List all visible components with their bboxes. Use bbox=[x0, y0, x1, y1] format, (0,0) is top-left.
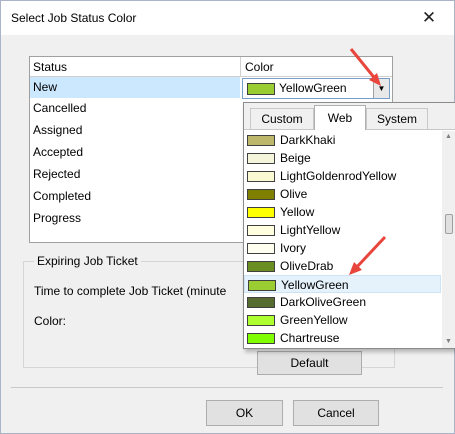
status-row-assigned[interactable]: Assigned bbox=[30, 120, 240, 141]
color-swatch bbox=[247, 297, 275, 308]
status-row-new[interactable]: New bbox=[30, 77, 240, 98]
annotation-arrow-icon bbox=[349, 235, 387, 275]
status-row-rejected[interactable]: Rejected bbox=[30, 164, 240, 185]
tab-web[interactable]: Web bbox=[314, 105, 366, 130]
dialog-title: Select Job Status Color bbox=[11, 11, 137, 25]
color-name: Ivory bbox=[280, 241, 307, 255]
title-bar: Select Job Status Color ✕ bbox=[1, 1, 454, 35]
annotation-arrow-icon bbox=[349, 48, 381, 86]
separator bbox=[11, 387, 443, 388]
color-name: GreenYellow bbox=[280, 313, 348, 327]
tab-system[interactable]: System bbox=[366, 108, 428, 129]
time-to-complete-label: Time to complete Job Ticket (minute bbox=[34, 284, 227, 298]
color-swatch bbox=[247, 315, 275, 326]
cancel-button[interactable]: Cancel bbox=[293, 400, 379, 426]
color-swatch bbox=[247, 83, 275, 95]
dialog-window: Select Job Status Color ✕ Status Color N… bbox=[0, 0, 455, 434]
color-swatch bbox=[247, 225, 275, 236]
row-label: Cancelled bbox=[33, 101, 87, 115]
color-name: Beige bbox=[280, 151, 311, 165]
grid-header: Status Color bbox=[30, 57, 392, 77]
color-name: Chartreuse bbox=[280, 331, 340, 345]
close-button[interactable]: ✕ bbox=[412, 4, 446, 32]
row-label: Rejected bbox=[33, 167, 81, 181]
color-swatch bbox=[247, 189, 275, 200]
color-tabs: Custom Web System bbox=[244, 103, 455, 130]
row-label: New bbox=[33, 80, 58, 94]
color-item-lightgoldenrodyellow[interactable]: LightGoldenrodYellow bbox=[244, 167, 441, 185]
status-row-cancelled[interactable]: Cancelled bbox=[30, 98, 240, 119]
color-swatch bbox=[247, 261, 275, 272]
color-swatch bbox=[248, 280, 276, 291]
color-item-yellow[interactable]: Yellow bbox=[244, 203, 441, 221]
color-swatch bbox=[247, 153, 275, 164]
row-label: Progress bbox=[33, 211, 82, 225]
color-name: DarkKhaki bbox=[280, 133, 336, 147]
expiring-color-label: Color: bbox=[34, 314, 67, 328]
color-swatch bbox=[247, 135, 275, 146]
scrollbar[interactable]: ▲ ▼ bbox=[442, 131, 455, 348]
row-label: Completed bbox=[33, 189, 92, 203]
row-label: Assigned bbox=[33, 123, 83, 137]
color-name: LightGoldenrodYellow bbox=[280, 169, 397, 183]
color-swatch bbox=[247, 243, 275, 254]
color-item-olive[interactable]: Olive bbox=[244, 185, 441, 203]
color-name: YellowGreen bbox=[281, 278, 349, 292]
color-swatch bbox=[247, 171, 275, 182]
color-item-darkkhaki[interactable]: DarkKhaki bbox=[244, 131, 441, 149]
color-swatch bbox=[247, 333, 275, 344]
status-row-accepted[interactable]: Accepted bbox=[30, 142, 240, 163]
group-title: Expiring Job Ticket bbox=[34, 254, 141, 268]
row-label: Accepted bbox=[33, 145, 84, 159]
column-divider[interactable] bbox=[240, 57, 241, 76]
color-picker-popup: Custom Web System DarkKhaki Beige LightGol… bbox=[243, 102, 455, 349]
scrollbar-thumb[interactable] bbox=[445, 214, 453, 234]
color-name: Olive bbox=[280, 187, 308, 201]
color-item-lawngreen[interactable]: LawnGreen bbox=[244, 347, 441, 348]
color-name: LightYellow bbox=[280, 223, 341, 237]
status-row-progress[interactable]: Progress bbox=[30, 208, 240, 229]
default-button[interactable]: Default bbox=[257, 351, 362, 375]
status-column-header[interactable]: Status bbox=[33, 60, 67, 74]
color-swatch bbox=[247, 207, 275, 218]
color-item-beige[interactable]: Beige bbox=[244, 149, 441, 167]
status-row-completed[interactable]: Completed bbox=[30, 186, 240, 207]
color-item-greenyellow[interactable]: GreenYellow bbox=[244, 311, 441, 329]
color-name: DarkOliveGreen bbox=[280, 295, 367, 309]
scroll-down-icon[interactable]: ▼ bbox=[442, 336, 455, 348]
color-name: OliveDrab bbox=[280, 259, 334, 273]
selected-color-name: YellowGreen bbox=[279, 81, 347, 95]
color-item-darkolivegreen[interactable]: DarkOliveGreen bbox=[244, 293, 441, 311]
tab-custom[interactable]: Custom bbox=[250, 108, 314, 129]
ok-button[interactable]: OK bbox=[206, 400, 283, 426]
color-name: Yellow bbox=[280, 205, 315, 219]
color-item-chartreuse[interactable]: Chartreuse bbox=[244, 329, 441, 347]
color-column-header[interactable]: Color bbox=[245, 60, 274, 74]
scroll-up-icon[interactable]: ▲ bbox=[442, 131, 455, 143]
